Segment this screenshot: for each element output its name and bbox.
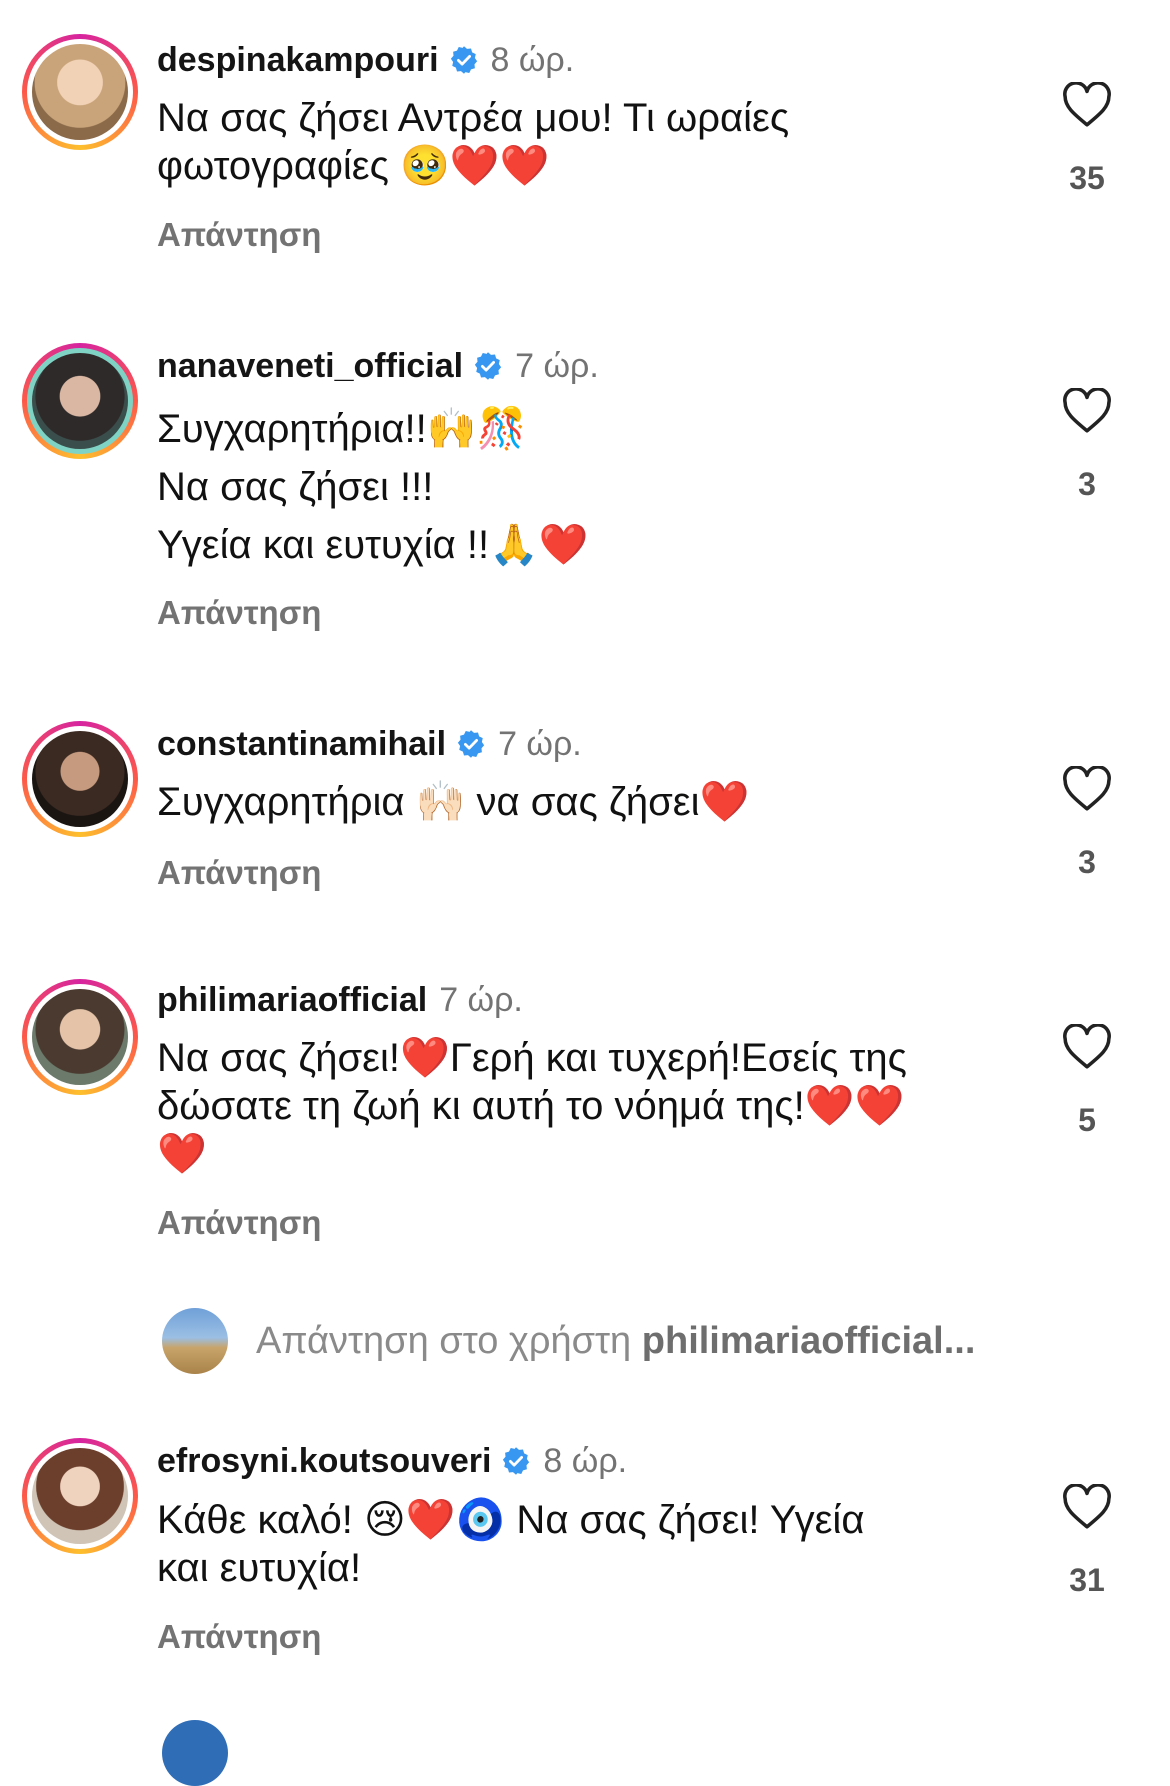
comment-header: constantinamihail 7 ώρ. [157, 724, 582, 764]
reply-button[interactable]: Απάντηση [157, 854, 321, 892]
avatar[interactable] [22, 343, 138, 459]
comment-header: despinakampouri 8 ώρ. [157, 40, 574, 80]
comment-header: nanaveneti_official 7 ώρ. [157, 346, 599, 386]
comment-time: 7 ώρ. [515, 347, 599, 385]
avatar-photo [32, 731, 128, 827]
avatar-photo [32, 989, 128, 1085]
heart-icon[interactable] [1062, 766, 1112, 812]
username[interactable]: efrosyni.koutsouveri [157, 1442, 491, 1480]
comment-time: 7 ώρ. [439, 981, 523, 1019]
avatar[interactable] [22, 721, 138, 837]
heart-icon[interactable] [1062, 82, 1112, 128]
avatar-photo [32, 44, 128, 140]
comment-text: Κάθε καλό! 😢❤️🧿 Να σας ζήσει! Υγεία και … [157, 1498, 865, 1590]
comment-time: 7 ώρ. [498, 725, 582, 763]
verified-badge-icon [457, 730, 485, 758]
username[interactable]: nanaveneti_official [157, 347, 463, 385]
avatar-photo [32, 353, 128, 449]
verified-badge-icon [450, 46, 477, 74]
comment-header: philimariaofficial 7 ώρ. [157, 980, 523, 1020]
comment-text: Να σας ζήσει Αντρέα μου! Τι ωραίες φωτογ… [157, 96, 790, 188]
like-count: 35 [1069, 160, 1105, 196]
comment-text: Να σας ζήσει!❤️Γερή και τυχερή!Εσείς της… [157, 1036, 907, 1176]
like-count: 3 [1078, 844, 1096, 880]
comment-time: 8 ώρ. [543, 1442, 628, 1480]
heart-icon[interactable] [1062, 1024, 1112, 1070]
verified-badge-icon [503, 1447, 530, 1475]
current-user-avatar [162, 1308, 228, 1374]
next-comment-avatar [162, 1720, 228, 1786]
username[interactable]: philimariaofficial [157, 981, 427, 1019]
like-count: 31 [1069, 1562, 1105, 1598]
like-count: 3 [1078, 466, 1096, 502]
avatar[interactable] [22, 979, 138, 1095]
verified-badge-icon [474, 352, 502, 380]
reply-button[interactable]: Απάντηση [157, 1204, 321, 1242]
heart-icon[interactable] [1062, 1484, 1112, 1530]
heart-icon[interactable] [1062, 388, 1112, 434]
comment-header: efrosyni.koutsouveri 8 ώρ. [157, 1441, 627, 1481]
username[interactable]: despinakampouri [157, 41, 439, 79]
comment-time: 8 ώρ. [490, 41, 575, 79]
reply-to-user-text[interactable]: Απάντηση στο χρήστη philimariaofficial..… [256, 1320, 975, 1363]
avatar[interactable] [22, 34, 138, 150]
reply-to-user-prompt[interactable]: Απάντηση στο χρήστη philimariaofficial..… [0, 1306, 1170, 1378]
comment-text: Συγχαρητήρια 🙌🏻 να σας ζήσει❤️ [157, 780, 750, 824]
avatar[interactable] [22, 1438, 138, 1554]
like-count: 5 [1078, 1102, 1096, 1138]
reply-button[interactable]: Απάντηση [157, 594, 321, 632]
comment-text: Συγχαρητήρια!!🙌🎊 Να σας ζήσει !!! Υγεία … [157, 407, 589, 567]
reply-button[interactable]: Απάντηση [157, 1618, 321, 1656]
username[interactable]: constantinamihail [157, 725, 446, 763]
avatar-photo [32, 1448, 128, 1544]
reply-button[interactable]: Απάντηση [157, 216, 321, 254]
